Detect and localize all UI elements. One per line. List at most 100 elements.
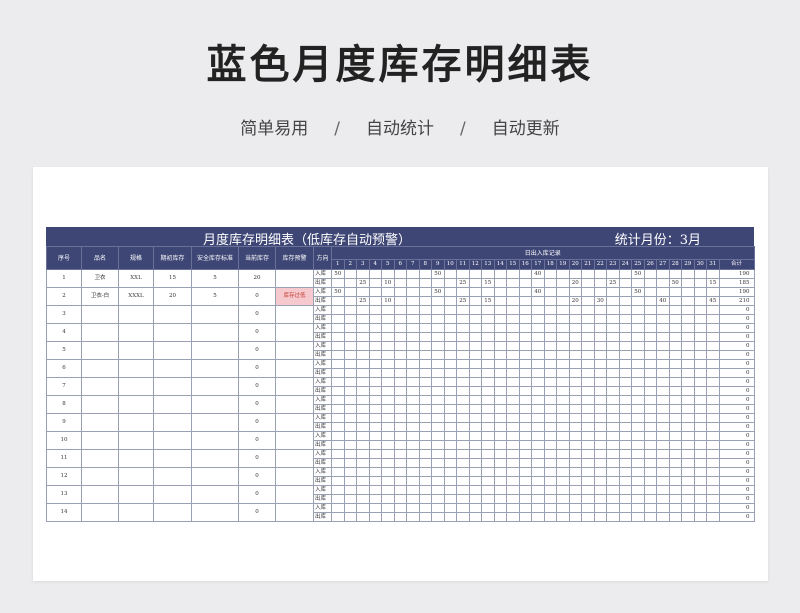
- cell-day: [581, 296, 595, 306]
- cell-day: [343, 422, 357, 432]
- cell-day: [656, 314, 670, 324]
- cell-day: [631, 305, 645, 315]
- cell-day: [518, 341, 532, 351]
- cell-day: [543, 269, 557, 279]
- cell-day: [518, 431, 532, 441]
- cell-day: [518, 278, 532, 288]
- cell-day: [356, 494, 370, 504]
- header-day: 14: [493, 259, 507, 270]
- cell-day: [706, 413, 720, 423]
- cell-current: 0: [238, 503, 276, 522]
- cell-day: [543, 314, 557, 324]
- cell-day: [606, 503, 620, 513]
- table-row: 2 卫衣-白 XXXL 20 5 0 库存过低 入库 50 50 40 50 190: [46, 287, 755, 306]
- cell-day: [343, 377, 357, 387]
- cell-day: [481, 341, 495, 351]
- cell-day: [568, 359, 582, 369]
- cell-day: [506, 503, 520, 513]
- cell-day: 50: [431, 287, 445, 297]
- cell-day: [618, 449, 632, 459]
- cell-day: [518, 476, 532, 486]
- cell-day: [481, 413, 495, 423]
- cell-seq: 14: [46, 503, 82, 522]
- cell-day: [656, 413, 670, 423]
- cell-day: [543, 386, 557, 396]
- cell-day: [356, 269, 370, 279]
- cell-day: [468, 377, 482, 387]
- cell-day: [543, 278, 557, 288]
- cell-day: [381, 332, 395, 342]
- cell-current: 0: [238, 413, 276, 432]
- cell-day: [518, 359, 532, 369]
- cell-day: [706, 512, 720, 522]
- cell-day: [643, 467, 657, 477]
- cell-day: [618, 512, 632, 522]
- cell-day: [381, 269, 395, 279]
- cell-day: [668, 404, 682, 414]
- cell-day: [381, 323, 395, 333]
- cell-day: [368, 368, 382, 378]
- cell-day: [356, 332, 370, 342]
- cell-day: [331, 467, 345, 477]
- header-day: 28: [668, 259, 682, 270]
- cell-day: [668, 323, 682, 333]
- cell-day: [481, 512, 495, 522]
- cell-day: [618, 296, 632, 306]
- cell-day: [668, 422, 682, 432]
- cell-day: [593, 341, 607, 351]
- cell-day: [431, 458, 445, 468]
- cell-seq: 3: [46, 305, 82, 324]
- cell-day: [606, 350, 620, 360]
- cell-day: [493, 494, 507, 504]
- cell-name: [81, 341, 119, 360]
- cell-seq: 4: [46, 323, 82, 342]
- cell-day: [456, 341, 470, 351]
- cell-day: [681, 350, 695, 360]
- cell-day: [493, 431, 507, 441]
- cell-day: [606, 296, 620, 306]
- cell-day: [343, 323, 357, 333]
- cell-day: [668, 368, 682, 378]
- cell-day: [368, 512, 382, 522]
- cell-direction: 入库: [313, 395, 332, 405]
- cell-day: [456, 413, 470, 423]
- cell-day: [631, 404, 645, 414]
- cell-seq: 7: [46, 377, 82, 396]
- header-spec: 规格: [118, 246, 154, 270]
- cell-seq: 10: [46, 431, 82, 450]
- cell-day: [518, 323, 532, 333]
- cell-day: [406, 458, 420, 468]
- cell-day: [481, 386, 495, 396]
- cell-day: [693, 269, 707, 279]
- cell-day: [431, 395, 445, 405]
- cell-day: [368, 395, 382, 405]
- cell-day: [518, 314, 532, 324]
- cell-day: [431, 413, 445, 423]
- cell-day: [556, 476, 570, 486]
- cell-day: [681, 332, 695, 342]
- cell-initial: [153, 377, 192, 396]
- cell-day: [406, 287, 420, 297]
- cell-day: [556, 503, 570, 513]
- cell-day: [593, 485, 607, 495]
- cell-safety: [191, 467, 239, 486]
- cell-total: 0: [718, 476, 755, 486]
- cell-warning: [275, 449, 314, 468]
- cell-day: [368, 422, 382, 432]
- cell-safety: [191, 305, 239, 324]
- cell-day: [506, 305, 520, 315]
- cell-day: [693, 323, 707, 333]
- cell-day: [468, 503, 482, 513]
- cell-day: [656, 287, 670, 297]
- cell-day: [456, 287, 470, 297]
- cell-warning: [275, 305, 314, 324]
- cell-day: [568, 413, 582, 423]
- cell-direction: 出库: [313, 332, 332, 342]
- cell-day: [681, 323, 695, 333]
- cell-day: [356, 305, 370, 315]
- cell-spec: [118, 431, 154, 450]
- cell-spec: [118, 341, 154, 360]
- cell-day: [418, 476, 432, 486]
- cell-day: [543, 404, 557, 414]
- cell-day: [518, 458, 532, 468]
